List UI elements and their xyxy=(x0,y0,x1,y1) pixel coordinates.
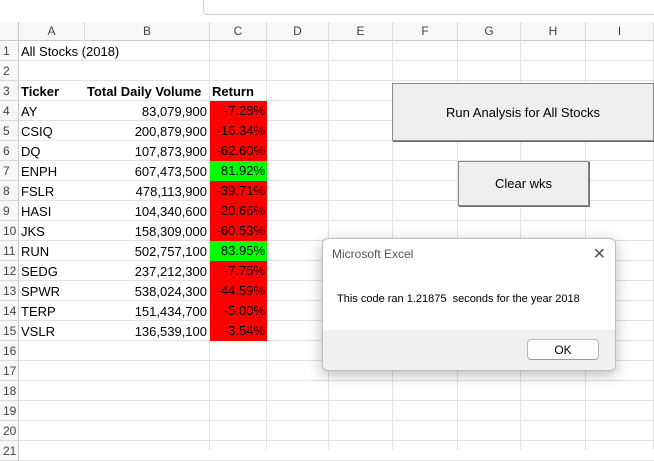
ok-button[interactable]: OK xyxy=(527,339,599,360)
volume-cell[interactable]: 151,434,700 xyxy=(85,301,209,321)
dialog-title: Microsoft Excel xyxy=(332,247,414,261)
ticker-cell[interactable]: SPWR xyxy=(19,281,84,301)
return-cell[interactable]: -44.59% xyxy=(210,281,267,301)
message-dialog: Microsoft Excel ✕ This code ran 1.21875 … xyxy=(322,238,616,371)
header-return-cell[interactable]: Return xyxy=(210,81,266,101)
formula-bar-edge xyxy=(203,0,654,15)
return-cell[interactable]: -60.53% xyxy=(210,221,267,241)
gridline-horizontal xyxy=(19,440,654,441)
dialog-footer: OK xyxy=(323,330,615,370)
sheet-title-cell[interactable]: All Stocks (2018) xyxy=(19,41,121,61)
close-icon[interactable]: ✕ xyxy=(593,244,606,264)
header-ticker-cell[interactable]: Ticker xyxy=(19,81,84,101)
row-header-14[interactable]: 14 xyxy=(0,301,19,321)
column-header-c[interactable]: C xyxy=(210,22,267,41)
ticker-cell[interactable]: FSLR xyxy=(19,181,84,201)
return-cell[interactable]: -62.60% xyxy=(210,141,267,161)
ticker-cell[interactable]: JKS xyxy=(19,221,84,241)
clear-wks-button[interactable]: Clear wks xyxy=(458,161,589,206)
row-header-20[interactable]: 20 xyxy=(0,421,19,441)
gridline-horizontal xyxy=(19,400,654,401)
return-cell[interactable]: -3.54% xyxy=(210,321,267,341)
return-cell[interactable]: -5.00% xyxy=(210,301,267,321)
ticker-cell[interactable]: AY xyxy=(19,101,84,121)
row-header-4[interactable]: 4 xyxy=(0,101,19,121)
ticker-cell[interactable]: CSIQ xyxy=(19,121,84,141)
return-cell[interactable]: -20.66% xyxy=(210,201,267,221)
row-header-8[interactable]: 8 xyxy=(0,181,19,201)
volume-cell[interactable]: 104,340,600 xyxy=(85,201,209,221)
volume-cell[interactable]: 478,113,900 xyxy=(85,181,209,201)
volume-cell[interactable]: 607,473,500 xyxy=(85,161,209,181)
row-header-1[interactable]: 1 xyxy=(0,41,19,61)
ticker-cell[interactable]: TERP xyxy=(19,301,84,321)
column-header-f[interactable]: F xyxy=(393,22,458,41)
dialog-message: This code ran 1.21875 seconds for the ye… xyxy=(337,293,580,305)
ticker-cell[interactable]: SEDG xyxy=(19,261,84,281)
volume-cell[interactable]: 200,879,900 xyxy=(85,121,209,141)
gridline-horizontal xyxy=(19,380,654,381)
column-header-b[interactable]: B xyxy=(85,22,210,41)
volume-cell[interactable]: 502,757,100 xyxy=(85,241,209,261)
formula-bar-area xyxy=(0,0,654,22)
row-header-21[interactable]: 21 xyxy=(0,441,19,461)
return-cell[interactable]: -16.34% xyxy=(210,121,267,141)
return-cell[interactable]: -39.71% xyxy=(210,181,267,201)
column-header-a[interactable]: A xyxy=(19,22,85,41)
volume-cell[interactable]: 83,079,900 xyxy=(85,101,209,121)
return-cell[interactable]: -7.28% xyxy=(210,101,267,121)
return-cell[interactable]: 83.95% xyxy=(210,241,267,261)
volume-cell[interactable]: 107,873,900 xyxy=(85,141,209,161)
return-cell[interactable]: -7.75% xyxy=(210,261,267,281)
volume-cell[interactable]: 136,539,100 xyxy=(85,321,209,341)
ticker-cell[interactable]: DQ xyxy=(19,141,84,161)
row-header-3[interactable]: 3 xyxy=(0,81,19,101)
volume-cell[interactable]: 237,212,300 xyxy=(85,261,209,281)
run-analysis-button[interactable]: Run Analysis for All Stocks xyxy=(392,83,654,141)
row-header-10[interactable]: 10 xyxy=(0,221,19,241)
row-header-7[interactable]: 7 xyxy=(0,161,19,181)
ticker-cell[interactable]: VSLR xyxy=(19,321,84,341)
ticker-cell[interactable]: RUN xyxy=(19,241,84,261)
row-header-18[interactable]: 18 xyxy=(0,381,19,401)
return-cell[interactable]: 81.92% xyxy=(210,161,267,181)
volume-cell[interactable]: 538,024,300 xyxy=(85,281,209,301)
gridline-horizontal xyxy=(19,420,654,421)
row-header-16[interactable]: 16 xyxy=(0,341,19,361)
row-header-11[interactable]: 11 xyxy=(0,241,19,261)
row-header-6[interactable]: 6 xyxy=(0,141,19,161)
ticker-cell[interactable]: ENPH xyxy=(19,161,84,181)
row-header-13[interactable]: 13 xyxy=(0,281,19,301)
column-header-i[interactable]: I xyxy=(586,22,654,41)
row-header-17[interactable]: 17 xyxy=(0,361,19,381)
row-header-15[interactable]: 15 xyxy=(0,321,19,341)
row-header-19[interactable]: 19 xyxy=(0,401,19,421)
row-header-12[interactable]: 12 xyxy=(0,261,19,281)
volume-cell[interactable]: 158,309,000 xyxy=(85,221,209,241)
header-volume-cell[interactable]: Total Daily Volume xyxy=(85,81,209,101)
column-header-e[interactable]: E xyxy=(329,22,393,41)
column-header-h[interactable]: H xyxy=(521,22,586,41)
row-header-2[interactable]: 2 xyxy=(0,61,19,81)
select-all-corner[interactable] xyxy=(0,22,19,41)
column-header-d[interactable]: D xyxy=(267,22,329,41)
column-header-g[interactable]: G xyxy=(458,22,521,41)
row-header-9[interactable]: 9 xyxy=(0,201,19,221)
row-header-5[interactable]: 5 xyxy=(0,121,19,141)
ticker-cell[interactable]: HASI xyxy=(19,201,84,221)
